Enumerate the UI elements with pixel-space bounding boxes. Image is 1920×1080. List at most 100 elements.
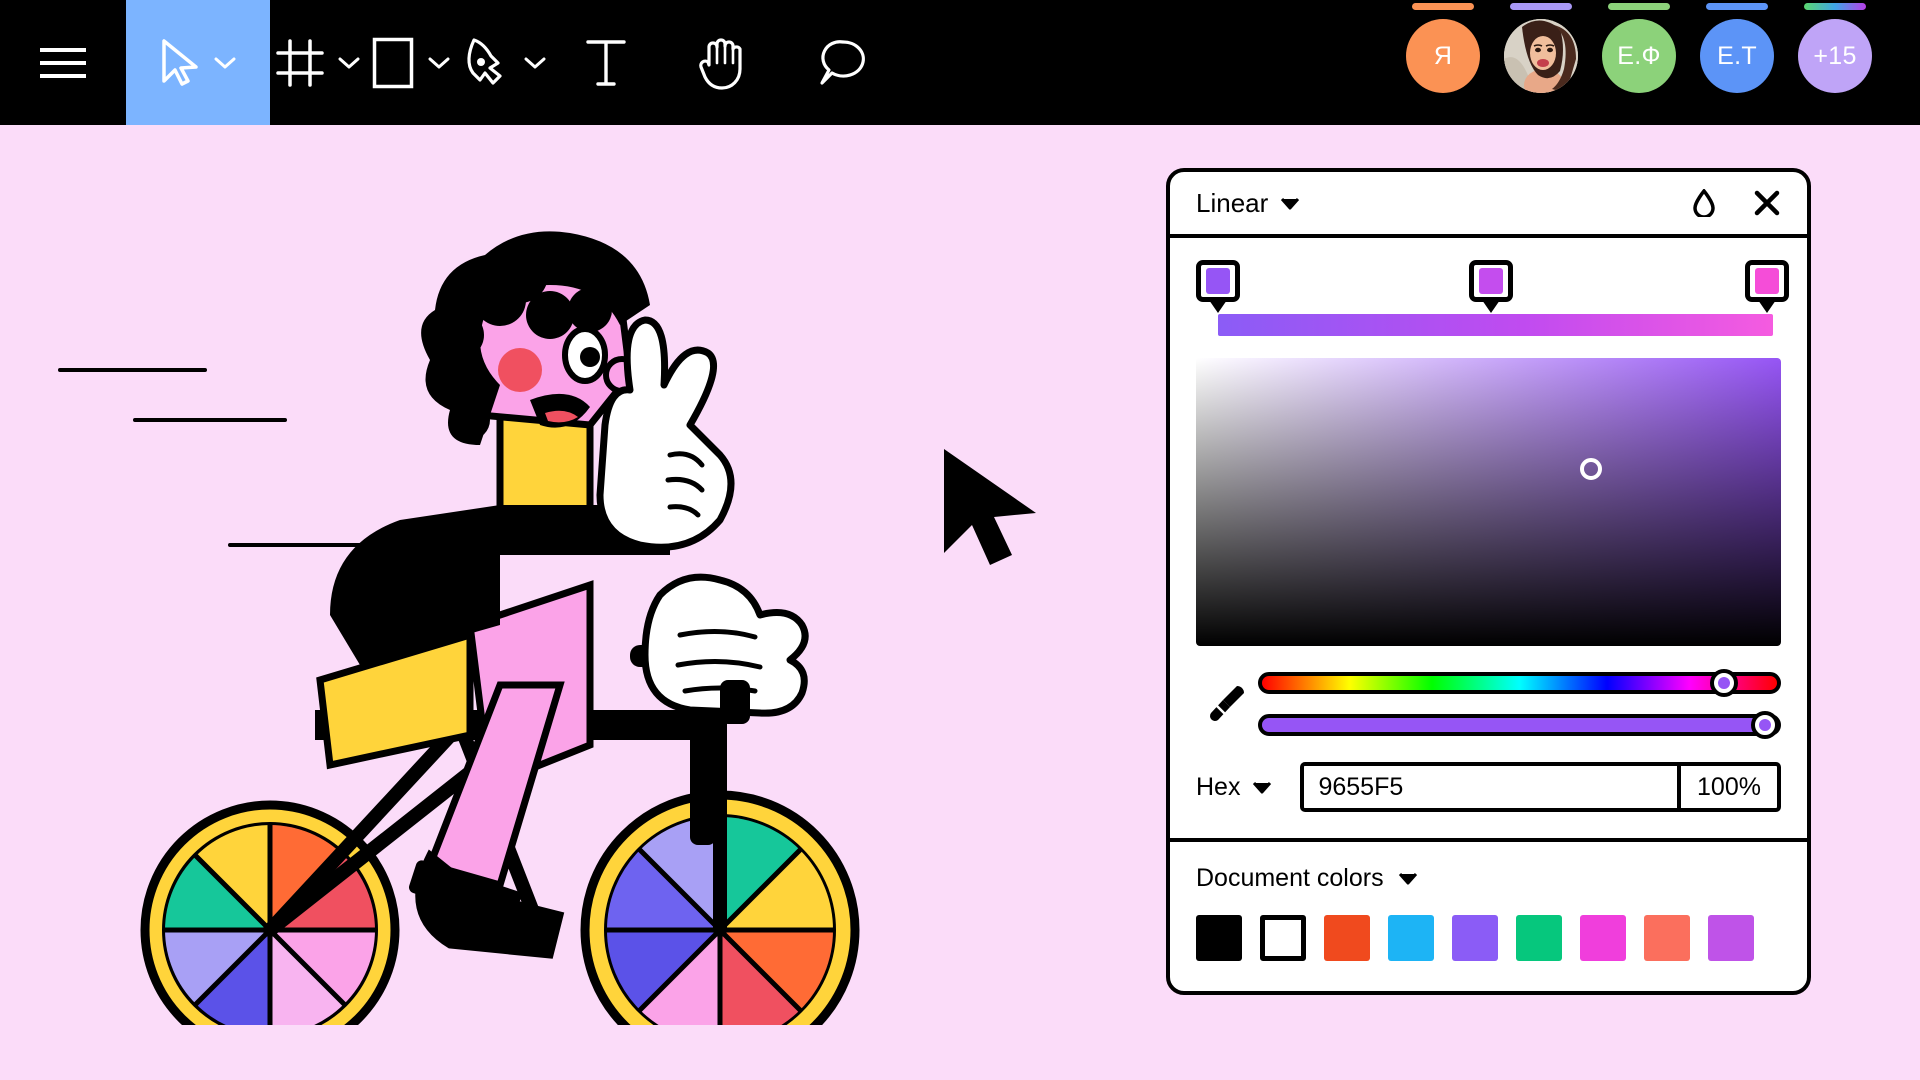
document-colors-title: Document colors (1196, 864, 1384, 892)
gradient-stop-pointer (1482, 300, 1500, 313)
gradient-stops-row (1196, 260, 1789, 313)
comment-bubble-icon (820, 39, 865, 85)
chevron-down-icon (428, 57, 450, 68)
avatar: Е.Ф (1602, 19, 1676, 93)
avatar-initials: +15 (1813, 41, 1857, 70)
gradient-stop-color (1206, 268, 1230, 294)
avatar-more[interactable]: +15 (1798, 0, 1872, 93)
swatch-magenta[interactable] (1580, 915, 1626, 961)
swatch-green[interactable] (1516, 915, 1562, 961)
pen-nib-icon (467, 37, 502, 85)
chevron-down-icon (214, 57, 236, 68)
hand-tool[interactable] (660, 0, 782, 125)
hex-format-label[interactable]: Hex (1196, 773, 1240, 802)
gradient-stop-box (1745, 260, 1789, 302)
avatar-ya[interactable]: Я (1406, 0, 1480, 93)
color-panel-header: Linear (1170, 172, 1807, 238)
chevron-down-icon[interactable] (1280, 197, 1300, 210)
droplet-icon[interactable] (1693, 189, 1715, 217)
top-toolbar: Я Е.Ф Е.Т +15 (0, 0, 1920, 125)
comment-tool[interactable] (782, 0, 904, 125)
avatar-et[interactable]: Е.Т (1700, 0, 1774, 93)
avatar: Е.Т (1700, 19, 1774, 93)
move-tool[interactable] (126, 0, 270, 125)
swatch-white[interactable] (1260, 915, 1306, 961)
chevron-down-icon (338, 57, 360, 68)
swatch-purple[interactable] (1452, 915, 1498, 961)
gradient-stop-color (1479, 268, 1503, 294)
speed-lines (58, 368, 362, 547)
gradient-type-label[interactable]: Linear (1196, 188, 1268, 219)
gradient-stop-pointer (1758, 300, 1776, 313)
swatch-red-orange[interactable] (1324, 915, 1370, 961)
frame-tool[interactable] (270, 0, 366, 125)
hue-slider-knob[interactable] (1710, 669, 1739, 697)
gloved-hand (641, 573, 809, 724)
gradient-stop-box (1196, 260, 1240, 302)
avatar-presence-bar (1706, 3, 1768, 10)
avatar-initials: Е.Т (1717, 41, 1757, 70)
menu-button[interactable] (0, 0, 126, 125)
frame-grid-icon (276, 38, 324, 87)
color-picker-panel: Linear Hex 9655F5 100% Document colors (1166, 168, 1811, 995)
sv-picker-knob[interactable] (1580, 458, 1602, 480)
gradient-stop-box (1469, 260, 1513, 302)
swatch-orchid[interactable] (1708, 915, 1754, 961)
gradient-stop-3[interactable] (1745, 260, 1789, 313)
document-color-swatches (1196, 915, 1781, 961)
hue-slider[interactable] (1258, 669, 1781, 697)
rectangle-icon (372, 37, 414, 88)
avatar: Я (1406, 19, 1480, 93)
alpha-slider[interactable] (1258, 711, 1781, 739)
hand-icon (699, 37, 742, 90)
eyedropper-icon[interactable] (1196, 682, 1258, 726)
opacity-value[interactable]: 100% (1677, 766, 1777, 808)
avatar-photo[interactable] (1504, 0, 1578, 93)
text-tool[interactable] (552, 0, 660, 125)
cyclist-illustration (58, 231, 860, 1025)
gradient-preview-bar[interactable] (1218, 314, 1773, 336)
swatch-salmon[interactable] (1644, 915, 1690, 961)
panel-header-actions (1693, 189, 1781, 217)
document-colors-section: Document colors (1170, 842, 1807, 991)
slider-controls (1196, 669, 1781, 739)
text-t-icon (586, 39, 626, 86)
avatar-initials: Е.Ф (1617, 41, 1661, 70)
eyedropper-glyph (1210, 686, 1244, 721)
cheek (498, 348, 542, 392)
hamburger-menu-icon (40, 47, 86, 78)
avatar-presence-bar (1510, 3, 1572, 10)
gradient-stop-1[interactable] (1196, 260, 1240, 313)
hex-field-group: 100% (1300, 762, 1781, 812)
avatar-presence-bar (1804, 3, 1866, 10)
hex-input[interactable] (1304, 766, 1677, 808)
chevron-down-icon (524, 57, 546, 68)
avatar-presence-bar (1608, 3, 1670, 10)
color-panel-body: Hex 100% (1170, 238, 1807, 838)
swatch-sky-blue[interactable] (1388, 915, 1434, 961)
close-x-icon[interactable] (1753, 189, 1781, 217)
gradient-stop-2[interactable] (1469, 260, 1513, 313)
swatch-black[interactable] (1196, 915, 1242, 961)
avatar-initials: Я (1433, 41, 1453, 70)
saturation-value-area[interactable] (1196, 358, 1781, 646)
chevron-down-icon[interactable] (1398, 872, 1418, 885)
pupil (580, 347, 600, 367)
alpha-slider-knob[interactable] (1751, 711, 1780, 739)
pen-tool[interactable] (456, 0, 552, 125)
avatar-presence-bar (1412, 3, 1474, 10)
avatar: +15 (1798, 19, 1872, 93)
sliders-column (1258, 669, 1781, 739)
document-colors-header[interactable]: Document colors (1196, 864, 1781, 893)
avatar-ef[interactable]: Е.Ф (1602, 0, 1676, 93)
shape-tool[interactable] (366, 0, 456, 125)
user-photo (1504, 19, 1578, 93)
hex-input-row: Hex 100% (1196, 762, 1781, 812)
gradient-stop-color (1755, 268, 1779, 294)
avatar (1504, 19, 1578, 93)
cursor-arrow-icon (162, 38, 198, 86)
collaborator-avatars: Я Е.Ф Е.Т +15 (1406, 0, 1920, 125)
gradient-stop-pointer (1209, 300, 1227, 313)
large-black-pointer (944, 449, 1036, 565)
chevron-down-icon[interactable] (1252, 781, 1272, 794)
